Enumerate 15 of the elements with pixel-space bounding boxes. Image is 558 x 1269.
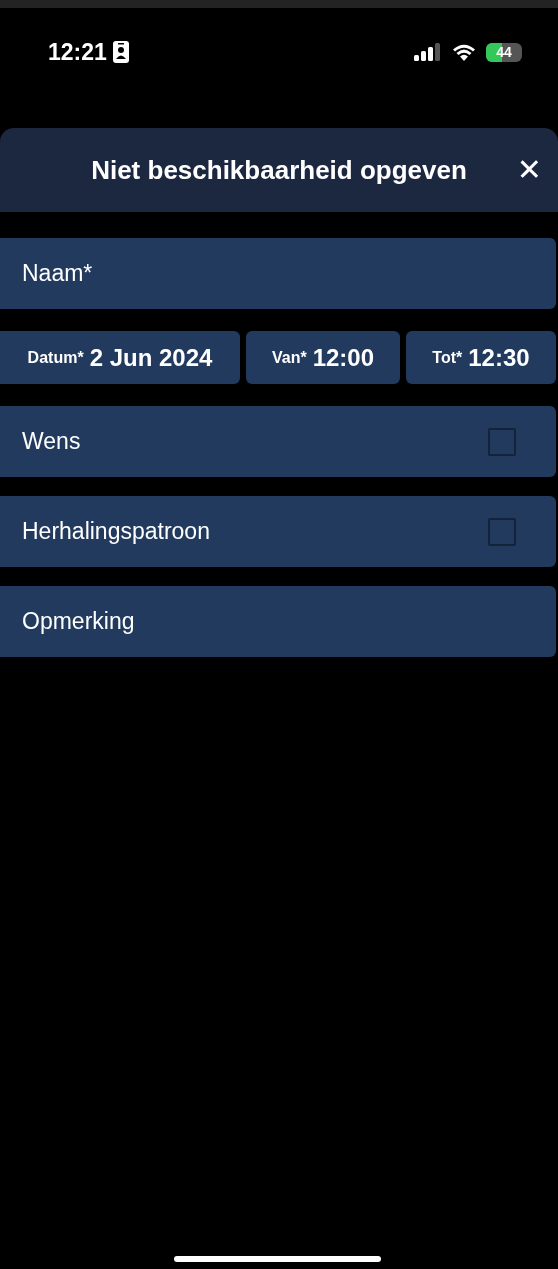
id-card-icon (112, 41, 129, 63)
checkbox[interactable] (488, 517, 516, 546)
option-label: Herhalingspatroon (22, 518, 210, 545)
name-field[interactable]: Naam* (0, 238, 556, 309)
checkbox[interactable] (488, 427, 516, 456)
dialog-title: Niet beschikbaarheid opgeven (91, 154, 467, 186)
status-time: 12:21 (48, 38, 107, 66)
date-time-field[interactable]: Van* 12:00 (246, 331, 400, 384)
option-label: Wens (22, 428, 81, 455)
signal-icon (414, 43, 442, 61)
wifi-icon (451, 43, 477, 61)
remark-field[interactable]: Opmerking (0, 586, 556, 657)
date-time-field[interactable]: Datum* 2 Jun 2024 (0, 331, 240, 384)
close-button[interactable]: ✕ (512, 150, 546, 190)
date-time-field[interactable]: Tot* 12:30 (406, 331, 556, 384)
